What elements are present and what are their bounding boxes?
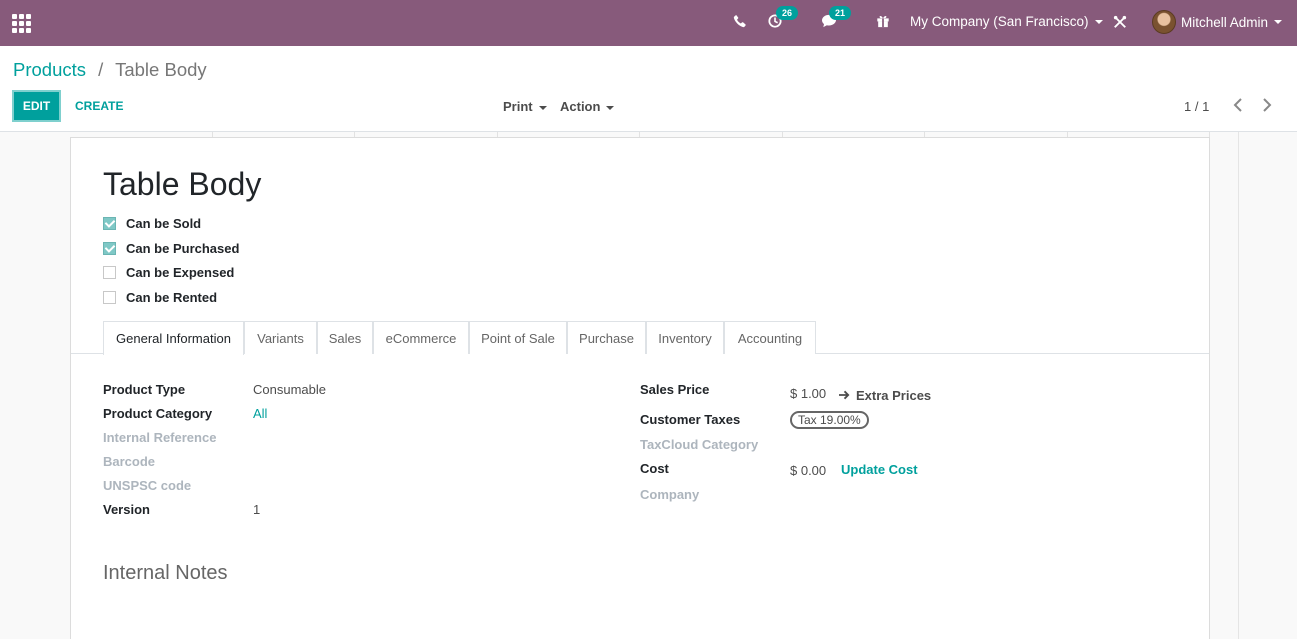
can-be-sold-checkbox[interactable] (103, 217, 116, 230)
user-name: Mitchell Admin (1181, 14, 1269, 30)
tab-ecommerce[interactable]: eCommerce (373, 321, 469, 354)
messages-icon[interactable]: 21 (821, 6, 852, 31)
breadcrumb: Products / Table Body (13, 59, 207, 81)
product-name[interactable]: Table Body (103, 166, 261, 203)
customer-tax-tag: Tax 19.00% (790, 411, 869, 429)
activity-count-badge: 26 (776, 6, 799, 20)
caret-down-icon (1094, 19, 1103, 24)
caret-down-icon (538, 105, 547, 110)
version-label: Version (103, 502, 150, 517)
create-button[interactable]: CREATE (75, 99, 123, 113)
version-value: 1 (253, 502, 261, 517)
breadcrumb-current: Table Body (115, 59, 207, 80)
can-be-rented-option: Can be Rented (103, 290, 217, 305)
can-be-rented-label: Can be Rented (126, 290, 218, 305)
extra-prices-label: Extra Prices (856, 388, 932, 403)
top-navbar: 26 21 My Company (San Francisco) Mitchel… (0, 0, 1297, 46)
pager-previous-icon[interactable] (1233, 96, 1243, 117)
can-be-rented-checkbox[interactable] (103, 291, 116, 304)
form-sheet: Table Body Can be Sold Can be Purchased … (70, 137, 1210, 639)
product-category-label: Product Category (103, 406, 213, 421)
sales-price-value: $ 1.00 (790, 386, 827, 401)
can-be-sold-option: Can be Sold (103, 216, 201, 231)
extra-prices-button[interactable]: Extra Prices (839, 388, 931, 403)
print-dropdown[interactable]: Print (503, 99, 547, 114)
tab-purchase[interactable]: Purchase (567, 321, 646, 354)
caret-down-icon (606, 105, 615, 110)
sales-price-label: Sales Price (640, 382, 710, 397)
control-panel: Products / Table Body EDIT CREATE Print … (0, 46, 1297, 132)
update-cost-button[interactable]: Update Cost (841, 462, 918, 477)
can-be-expensed-checkbox[interactable] (103, 266, 116, 279)
tab-accounting[interactable]: Accounting (724, 321, 816, 354)
company-switcher[interactable]: My Company (San Francisco) (910, 14, 1103, 29)
action-dropdown[interactable]: Action (560, 99, 615, 114)
tab-variants[interactable]: Variants (244, 321, 317, 354)
pager-value[interactable]: 1 / 1 (1184, 99, 1209, 114)
barcode-label: Barcode (103, 454, 156, 469)
tab-point-of-sale[interactable]: Point of Sale (469, 321, 567, 354)
notebook-tabs: General Information Variants Sales eComm… (71, 321, 1209, 355)
arrow-right-icon (839, 388, 850, 403)
tab-inventory[interactable]: Inventory (646, 321, 724, 354)
pager-next-icon[interactable] (1262, 96, 1272, 117)
edit-button[interactable]: EDIT (12, 90, 61, 122)
internal-reference-label: Internal Reference (103, 430, 217, 445)
can-be-purchased-checkbox[interactable] (103, 242, 116, 255)
caret-down-icon (1274, 20, 1283, 24)
product-type-value: Consumable (253, 382, 326, 397)
breadcrumb-separator: / (98, 59, 104, 80)
company-name: My Company (San Francisco) (910, 14, 1089, 29)
scrollbar[interactable] (1238, 132, 1239, 639)
can-be-sold-label: Can be Sold (126, 216, 202, 231)
apps-menu-icon[interactable] (12, 14, 32, 33)
phone-icon[interactable] (733, 14, 747, 31)
tab-sales[interactable]: Sales (317, 321, 373, 354)
can-be-expensed-option: Can be Expensed (103, 265, 234, 280)
print-label: Print (503, 99, 533, 114)
user-menu[interactable]: Mitchell Admin (1152, 10, 1283, 34)
customer-taxes-label: Customer Taxes (640, 412, 741, 427)
debug-tools-icon[interactable] (1113, 15, 1127, 32)
user-avatar (1152, 10, 1176, 34)
unspsc-code-label: UNSPSC code (103, 478, 192, 493)
cost-label: Cost (640, 461, 669, 476)
cost-value: $ 0.00 (790, 463, 827, 478)
action-label: Action (560, 99, 601, 114)
product-category-link[interactable]: All (253, 406, 267, 421)
gift-icon[interactable] (876, 14, 890, 31)
can-be-expensed-label: Can be Expensed (126, 265, 235, 280)
tab-general-information[interactable]: General Information (103, 321, 244, 355)
messages-count-badge: 21 (829, 6, 852, 20)
company-label: Company (640, 487, 700, 502)
can-be-purchased-label: Can be Purchased (126, 241, 240, 256)
can-be-purchased-option: Can be Purchased (103, 241, 239, 256)
internal-notes-heading: Internal Notes (103, 562, 228, 584)
taxcloud-category-label: TaxCloud Category (640, 437, 759, 452)
breadcrumb-products-link[interactable]: Products (13, 59, 86, 80)
product-type-label: Product Type (103, 382, 186, 397)
activity-clock-icon[interactable]: 26 (768, 6, 799, 31)
